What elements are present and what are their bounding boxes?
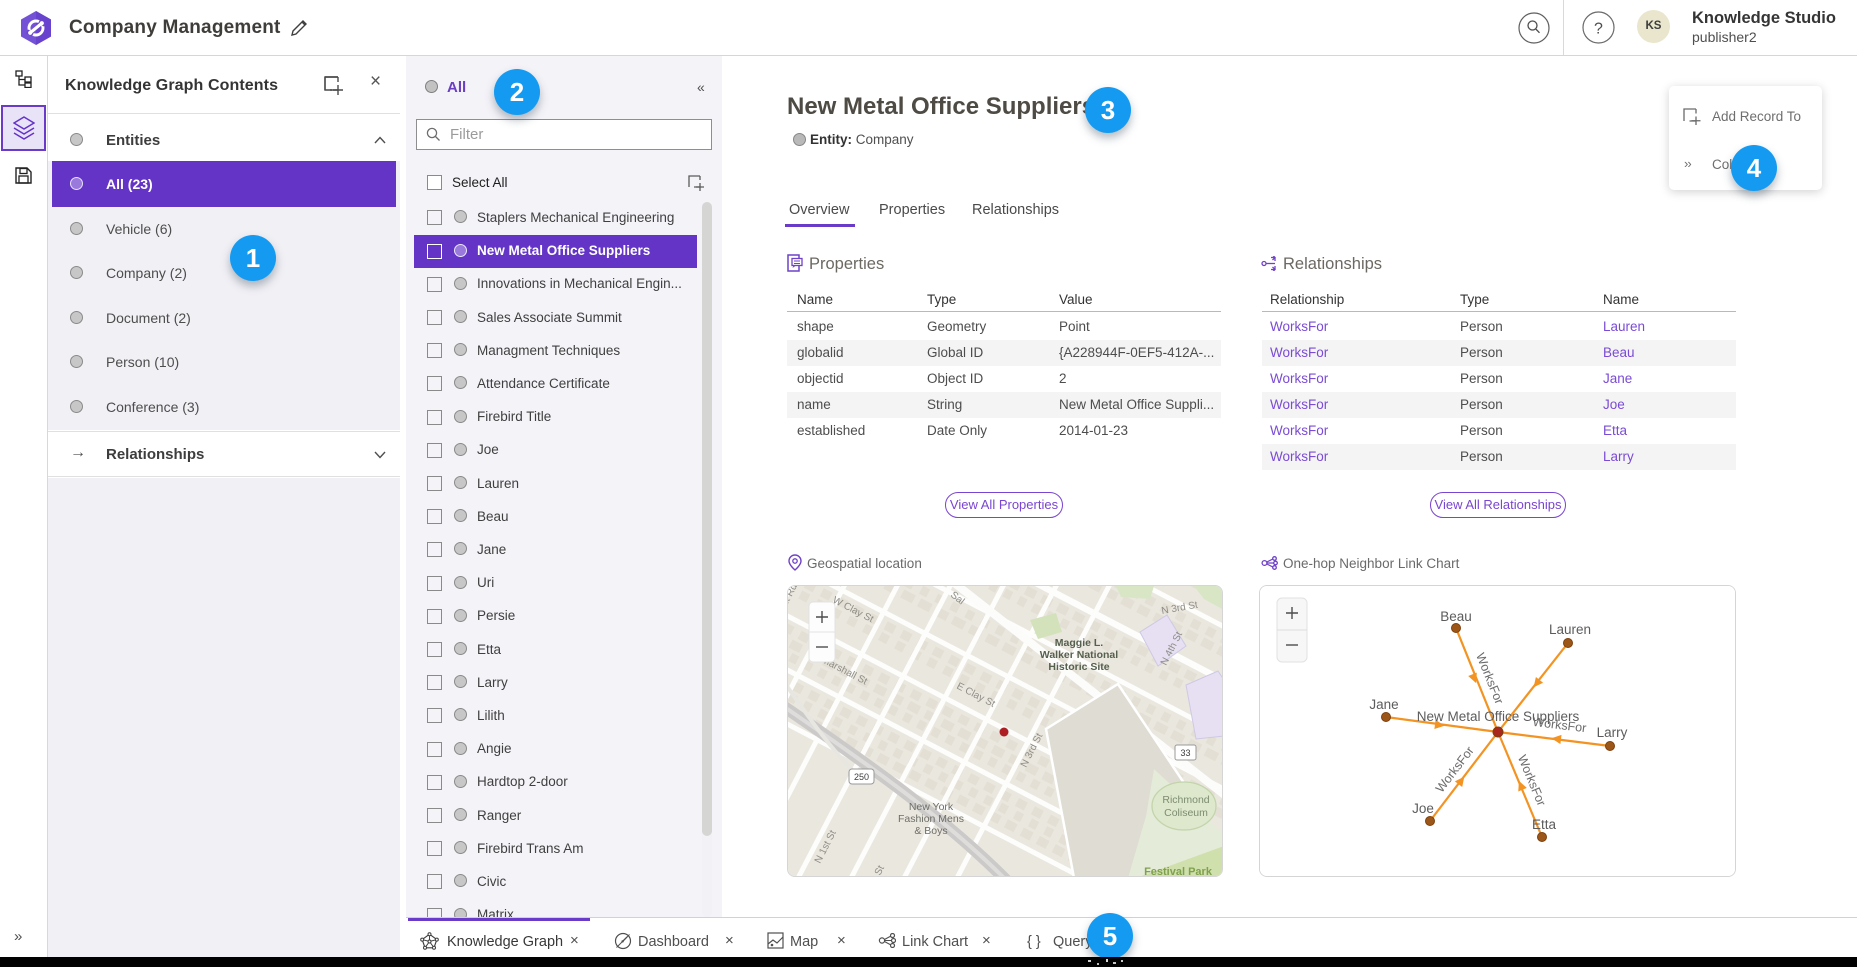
svg-text:Festival Park: Festival Park: [1144, 866, 1213, 877]
svg-text:& Boys: & Boys: [914, 825, 947, 837]
svg-text:Larry: Larry: [1597, 725, 1628, 740]
svg-text:250: 250: [854, 772, 869, 782]
svg-text:Jane: Jane: [1369, 697, 1398, 712]
svg-text:Etta: Etta: [1532, 817, 1557, 832]
svg-text:Maggie L.: Maggie L.: [1055, 637, 1104, 649]
svg-text:Lauren: Lauren: [1549, 622, 1591, 637]
svg-text:Richmond: Richmond: [1162, 794, 1209, 806]
svg-text:Walker National: Walker National: [1040, 649, 1118, 661]
svg-text:33: 33: [1180, 748, 1190, 758]
svg-text:New York: New York: [909, 801, 954, 813]
svg-text:?: ?: [1594, 21, 1603, 38]
svg-text:Coliseum: Coliseum: [1164, 807, 1208, 819]
svg-text:Beau: Beau: [1440, 609, 1472, 624]
svg-text:Historic Site: Historic Site: [1048, 661, 1109, 673]
svg-text:Fashion Mens: Fashion Mens: [898, 813, 964, 825]
svg-text:Joe: Joe: [1412, 801, 1434, 816]
